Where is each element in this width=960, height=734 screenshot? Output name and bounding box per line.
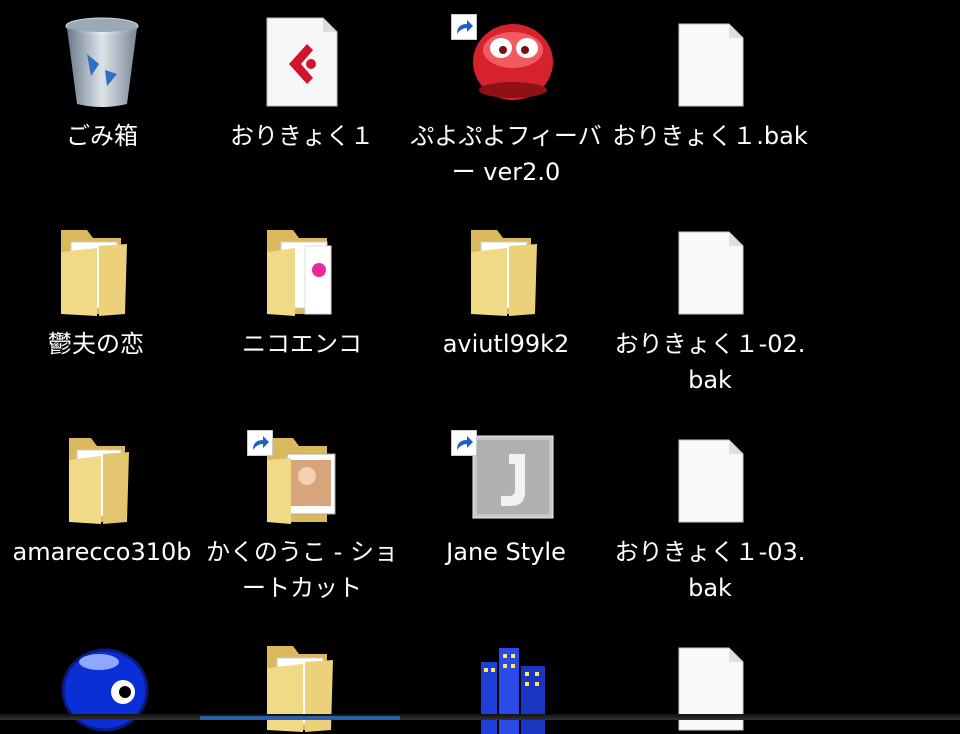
folder-shortcut-icon [247, 430, 357, 526]
blank-file-icon [655, 14, 765, 110]
puyo-fever-label: ぷよぷよフィーバー ver2.0 [410, 122, 602, 186]
folder-icon [41, 222, 151, 318]
jane-style-icon [451, 430, 561, 526]
jane-style-tile[interactable]: Jane Style [406, 430, 606, 570]
recycle-bin-icon-tile[interactable]: ごみ箱 [2, 14, 202, 154]
amarecco-folder-tile[interactable]: amarecco310b [2, 430, 202, 570]
folder-icon [247, 222, 357, 318]
taskbar-edge[interactable] [0, 714, 960, 720]
origkyoku-03-bak-tile[interactable]: おりきょく１-03.bak [610, 430, 810, 606]
origkyoku-label: おりきょく１ [230, 122, 374, 150]
shortcut-arrow-icon [451, 430, 477, 456]
jane-style-label: Jane Style [446, 538, 566, 566]
puyo-fever-icon-tile[interactable]: ぷよぷよフィーバー ver2.0 [406, 14, 606, 190]
shortcut-arrow-icon [247, 430, 273, 456]
taskbar-item[interactable] [200, 716, 400, 720]
nicoenco-folder-tile[interactable]: ニコエンコ [202, 222, 402, 362]
puyo-fever-icon [451, 14, 561, 110]
origkyoku-icon-tile[interactable]: おりきょく１ [202, 14, 402, 154]
folder-icon [451, 222, 561, 318]
blank-file-icon [655, 430, 765, 526]
recycle-bin-icon [47, 14, 157, 110]
recycle-bin-label: ごみ箱 [66, 122, 138, 150]
origkyoku-bak-icon-tile[interactable]: おりきょく１.bak [610, 14, 810, 154]
aviutl-label: aviutl99k2 [442, 330, 570, 358]
blank-file-icon [655, 222, 765, 318]
nicoenco-label: ニコエンコ [242, 330, 362, 358]
origkyoku-02-bak-tile[interactable]: おりきょく１-02.bak [610, 222, 810, 398]
desktop: ごみ箱 おりきょく１ ぷよぷよフィーバー ver2.0 おりきょく１.bak 鬱… [0, 0, 960, 734]
shortcut-arrow-icon [451, 14, 477, 40]
origkyoku-02-bak-label: おりきょく１-02.bak [614, 330, 806, 394]
kakunouko-shortcut-tile[interactable]: かくのうこ - ショートカット [202, 430, 402, 606]
folder-icon [47, 430, 157, 526]
utsuo-folder-tile[interactable]: 鬱夫の恋 [0, 222, 196, 362]
kakunouko-label: かくのうこ - ショートカット [206, 538, 398, 602]
amarecco-label: amarecco310b [12, 538, 192, 566]
aviutl-folder-tile[interactable]: aviutl99k2 [406, 222, 606, 362]
origkyoku-03-bak-label: おりきょく１-03.bak [614, 538, 806, 602]
utsuo-label: 鬱夫の恋 [48, 330, 144, 358]
origkyoku-bak-label: おりきょく１.bak [612, 122, 808, 150]
cubase-document-icon [247, 14, 357, 110]
